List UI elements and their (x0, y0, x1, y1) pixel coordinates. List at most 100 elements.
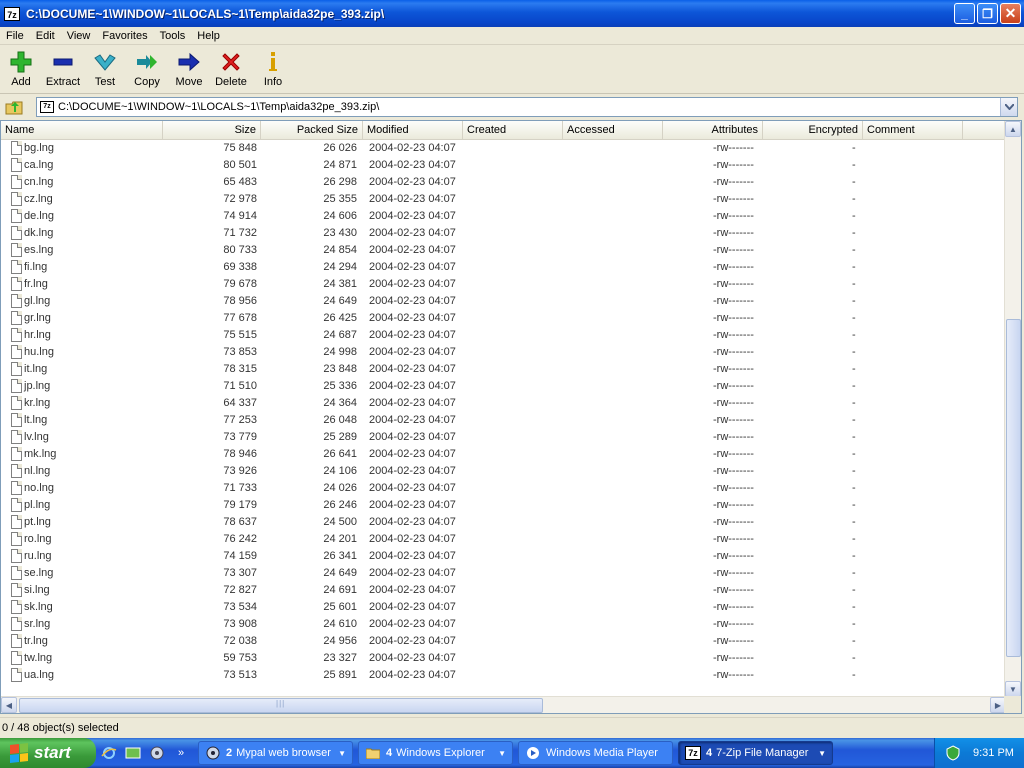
col-comment[interactable]: Comment (863, 121, 963, 139)
file-attributes: -rw------- (713, 601, 754, 613)
table-row[interactable]: es.lng 80 733 24 854 2004-02-23 04:07 -rw---… (1, 242, 1006, 259)
table-row[interactable]: hr.lng 75 515 24 687 2004-02-23 04:07 -rw---… (1, 327, 1006, 344)
menu-help[interactable]: Help (191, 30, 226, 42)
copy-label: Copy (134, 76, 160, 88)
quick-launch: » (100, 744, 190, 762)
table-row[interactable]: mk.lng 78 946 26 641 2004-02-23 04:07 -rw---… (1, 446, 1006, 463)
table-row[interactable]: ua.lng 73 513 25 891 2004-02-23 04:07 -rw---… (1, 667, 1006, 684)
table-row[interactable]: ca.lng 80 501 24 871 2004-02-23 04:07 -rw---… (1, 157, 1006, 174)
table-row[interactable]: sr.lng 73 908 24 610 2004-02-23 04:07 -rw---… (1, 616, 1006, 633)
info-button[interactable]: Info (252, 46, 294, 93)
task-windows-explorer[interactable]: 4 Windows Explorer ▼ (358, 741, 513, 765)
table-row[interactable]: tr.lng 72 038 24 956 2004-02-23 04:07 -rw---… (1, 633, 1006, 650)
menu-tools[interactable]: Tools (154, 30, 192, 42)
scroll-up-button[interactable]: ▲ (1005, 121, 1021, 137)
vertical-scrollbar[interactable]: ▲ ▼ (1004, 121, 1021, 697)
file-size: 73 534 (223, 601, 257, 613)
task-mypal[interactable]: 2 Mypal web browser ▼ (198, 741, 353, 765)
move-button[interactable]: Move (168, 46, 210, 93)
table-row[interactable]: gl.lng 78 956 24 649 2004-02-23 04:07 -rw---… (1, 293, 1006, 310)
file-name: fi.lng (24, 261, 48, 273)
quicklaunch-more-button[interactable]: » (172, 744, 190, 762)
table-row[interactable]: si.lng 72 827 24 691 2004-02-23 04:07 -rw---… (1, 582, 1006, 599)
table-row[interactable]: ro.lng 76 242 24 201 2004-02-23 04:07 -rw---… (1, 531, 1006, 548)
file-packed-size: 24 364 (323, 397, 357, 409)
7zip-app-icon[interactable]: 7z (4, 6, 20, 21)
file-attributes: -rw------- (713, 244, 754, 256)
col-size[interactable]: Size (163, 121, 261, 139)
table-row[interactable]: jp.lng 71 510 25 336 2004-02-23 04:07 -rw---… (1, 378, 1006, 395)
file-encrypted: - (852, 516, 856, 528)
table-row[interactable]: no.lng 71 733 24 026 2004-02-23 04:07 -rw---… (1, 480, 1006, 497)
scroll-left-button[interactable]: ◀ (1, 697, 17, 713)
scroll-down-button[interactable]: ▼ (1005, 681, 1021, 697)
delete-button[interactable]: Delete (210, 46, 252, 93)
task-media-player[interactable]: Windows Media Player (518, 741, 673, 765)
menu-file[interactable]: File (0, 30, 30, 42)
menu-edit[interactable]: Edit (30, 30, 61, 42)
copy-button[interactable]: Copy (126, 46, 168, 93)
col-modified[interactable]: Modified (363, 121, 463, 139)
table-row[interactable]: kr.lng 64 337 24 364 2004-02-23 04:07 -rw---… (1, 395, 1006, 412)
file-modified: 2004-02-23 04:07 (369, 669, 456, 681)
address-dropdown-button[interactable] (1000, 98, 1017, 116)
minimize-button[interactable]: _ (954, 3, 975, 24)
horizontal-scroll-thumb[interactable] (19, 698, 543, 713)
col-created[interactable]: Created (463, 121, 563, 139)
table-row[interactable]: bg.lng 75 848 26 026 2004-02-23 04:07 -rw---… (1, 140, 1006, 157)
table-row[interactable]: ru.lng 74 159 26 341 2004-02-23 04:07 -rw---… (1, 548, 1006, 565)
vertical-scroll-thumb[interactable] (1006, 319, 1021, 657)
file-list[interactable]: Name Size Packed Size Modified Created A… (0, 120, 1022, 714)
table-row[interactable]: tw.lng 59 753 23 327 2004-02-23 04:07 -rw---… (1, 650, 1006, 667)
table-row[interactable]: pt.lng 78 637 24 500 2004-02-23 04:07 -rw---… (1, 514, 1006, 531)
file-modified: 2004-02-23 04:07 (369, 465, 456, 477)
show-desktop-icon[interactable] (124, 744, 142, 762)
table-row[interactable]: lv.lng 73 779 25 289 2004-02-23 04:07 -rw---… (1, 429, 1006, 446)
file-encrypted: - (852, 567, 856, 579)
col-accessed[interactable]: Accessed (563, 121, 663, 139)
maximize-button[interactable]: ❐ (977, 3, 998, 24)
col-packed-size[interactable]: Packed Size (261, 121, 363, 139)
start-button[interactable]: start (0, 738, 96, 768)
col-encrypted[interactable]: Encrypted (763, 121, 863, 139)
table-row[interactable]: dk.lng 71 732 23 430 2004-02-23 04:07 -rw---… (1, 225, 1006, 242)
file-modified: 2004-02-23 04:07 (369, 142, 456, 154)
file-packed-size: 24 649 (323, 295, 357, 307)
table-row[interactable]: lt.lng 77 253 26 048 2004-02-23 04:07 -rw---… (1, 412, 1006, 429)
col-name[interactable]: Name (1, 121, 163, 139)
menu-favorites[interactable]: Favorites (96, 30, 153, 42)
test-button[interactable]: Test (84, 46, 126, 93)
file-name: lt.lng (24, 414, 48, 426)
task-7zip[interactable]: 7z 4 7-Zip File Manager ▼ (678, 741, 833, 765)
table-row[interactable]: fi.lng 69 338 24 294 2004-02-23 04:07 -rw---… (1, 259, 1006, 276)
table-row[interactable]: se.lng 73 307 24 649 2004-02-23 04:07 -rw---… (1, 565, 1006, 582)
col-attributes[interactable]: Attributes (663, 121, 763, 139)
table-row[interactable]: gr.lng 77 678 26 425 2004-02-23 04:07 -rw---… (1, 310, 1006, 327)
mypal-quicklaunch-icon[interactable] (148, 744, 166, 762)
close-button[interactable]: ✕ (1000, 3, 1021, 24)
security-shield-icon[interactable] (945, 745, 961, 761)
file-packed-size: 24 871 (323, 159, 357, 171)
table-row[interactable]: hu.lng 73 853 24 998 2004-02-23 04:07 -rw---… (1, 344, 1006, 361)
clock[interactable]: 9:31 PM (973, 747, 1014, 759)
table-row[interactable]: de.lng 74 914 24 606 2004-02-23 04:07 -rw---… (1, 208, 1006, 225)
table-row[interactable]: pl.lng 79 179 26 246 2004-02-23 04:07 -rw---… (1, 497, 1006, 514)
file-encrypted: - (852, 635, 856, 647)
horizontal-scrollbar[interactable]: ◀ ▶ (1, 696, 1006, 713)
address-input[interactable]: 7z C:\DOCUME~1\WINDOW~1\LOCALS~1\Temp\ai… (36, 97, 1018, 117)
table-row[interactable]: nl.lng 73 926 24 106 2004-02-23 04:07 -rw---… (1, 463, 1006, 480)
up-folder-button[interactable] (2, 96, 26, 118)
table-row[interactable]: it.lng 78 315 23 848 2004-02-23 04:07 -rw---… (1, 361, 1006, 378)
file-attributes: -rw------- (713, 414, 754, 426)
table-row[interactable]: cn.lng 65 483 26 298 2004-02-23 04:07 -rw---… (1, 174, 1006, 191)
toolbar: Add Extract Test Copy Move Delete Info (0, 46, 1024, 94)
table-row[interactable]: cz.lng 72 978 25 355 2004-02-23 04:07 -rw---… (1, 191, 1006, 208)
table-row[interactable]: fr.lng 79 678 24 381 2004-02-23 04:07 -rw---… (1, 276, 1006, 293)
table-row[interactable]: sk.lng 73 534 25 601 2004-02-23 04:07 -rw---… (1, 599, 1006, 616)
extract-button[interactable]: Extract (42, 46, 84, 93)
file-name: si.lng (24, 584, 50, 596)
menu-view[interactable]: View (61, 30, 97, 42)
add-button[interactable]: Add (0, 46, 42, 93)
file-packed-size: 24 294 (323, 261, 357, 273)
internet-explorer-icon[interactable] (100, 744, 118, 762)
